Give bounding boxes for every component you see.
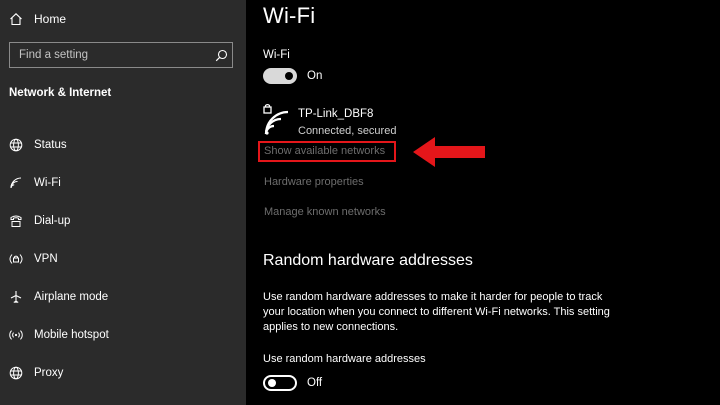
connected-network[interactable]: TP-Link_DBF8 Connected, secured	[261, 104, 396, 137]
search-box[interactable]	[9, 42, 233, 68]
main-content: Wi-Fi Wi-Fi On TP-Link_DBF8 Connected, s…	[246, 0, 720, 405]
hotspot-icon	[8, 327, 24, 343]
sidebar-item-label: Dial-up	[34, 215, 71, 227]
sidebar-item-vpn[interactable]: VPN	[0, 240, 246, 278]
network-info: TP-Link_DBF8 Connected, secured	[298, 104, 396, 137]
sidebar-item-label: VPN	[34, 253, 58, 265]
toggle-knob	[268, 379, 276, 387]
sidebar-item-airplane-mode[interactable]: Airplane mode	[0, 278, 246, 316]
sidebar-item-mobile-hotspot[interactable]: Mobile hotspot	[0, 316, 246, 354]
wifi-label: Wi-Fi	[263, 49, 290, 61]
random-hw-label: Use random hardware addresses	[263, 353, 426, 365]
show-available-networks-link[interactable]: Show available networks	[264, 145, 385, 157]
vpn-icon	[8, 251, 24, 267]
red-arrow-icon	[413, 136, 485, 173]
wifi-toggle-state: On	[307, 70, 323, 82]
hardware-properties-link[interactable]: Hardware properties	[264, 176, 364, 188]
network-status: Connected, secured	[298, 125, 397, 137]
sidebar-item-status[interactable]: Status	[0, 126, 246, 164]
globe-icon	[8, 365, 24, 381]
sidebar-item-label: Status	[34, 139, 67, 151]
wifi-icon	[8, 175, 24, 191]
airplane-icon	[8, 289, 24, 305]
random-hw-title: Random hardware addresses	[263, 252, 473, 269]
sidebar-item-label: Wi-Fi	[34, 177, 61, 189]
sidebar-item-proxy[interactable]: Proxy	[0, 354, 246, 392]
wifi-toggle-row: On	[263, 68, 322, 84]
random-hw-toggle[interactable]	[263, 375, 297, 391]
sidebar-item-label: Mobile hotspot	[34, 329, 109, 341]
home-nav-item[interactable]: Home	[9, 10, 66, 28]
wifi-secured-icon	[261, 104, 291, 136]
toggle-knob	[285, 72, 293, 80]
sidebar: Home Network & Internet Status Wi-Fi Dia…	[0, 0, 246, 405]
sidebar-item-label: Proxy	[34, 367, 64, 379]
random-hw-toggle-state: Off	[307, 377, 323, 389]
sidebar-item-dialup[interactable]: Dial-up	[0, 202, 246, 240]
dialup-icon	[8, 213, 24, 229]
home-icon	[9, 12, 23, 26]
globe-icon	[8, 137, 24, 153]
wifi-toggle[interactable]	[263, 68, 297, 84]
random-hw-description: Use random hardware addresses to make it…	[263, 291, 610, 333]
section-title: Network & Internet	[9, 87, 112, 99]
manage-known-networks-link[interactable]: Manage known networks	[264, 206, 386, 218]
sidebar-item-label: Airplane mode	[34, 291, 109, 303]
nav-list: Status Wi-Fi Dial-up VPN Airplane mode M…	[0, 126, 246, 392]
home-label: Home	[34, 12, 67, 26]
network-name: TP-Link_DBF8	[298, 108, 374, 120]
page-title: Wi-Fi	[263, 3, 316, 28]
sidebar-item-wifi[interactable]: Wi-Fi	[0, 164, 246, 202]
random-hw-toggle-row: Off	[263, 375, 322, 391]
search-input[interactable]	[10, 43, 210, 67]
search-icon[interactable]	[210, 43, 232, 67]
